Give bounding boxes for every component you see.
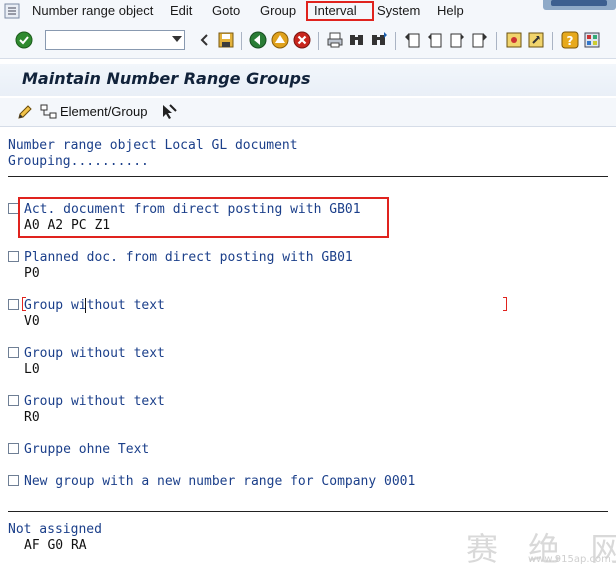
group-checkbox[interactable] (8, 251, 19, 262)
toolbar-separator (496, 32, 497, 50)
interval-highlight-box (306, 1, 374, 21)
shortcut-icon[interactable] (527, 31, 545, 49)
toolbar-separator (318, 32, 319, 50)
group-checkbox[interactable] (8, 475, 19, 486)
select-cursor-icon[interactable] (160, 103, 178, 121)
menu-number-range-object[interactable]: Number range object (32, 3, 153, 18)
menu-edit[interactable]: Edit (170, 3, 192, 18)
svg-text:?: ? (567, 34, 574, 48)
exit-icon[interactable] (271, 31, 289, 49)
help-icon[interactable]: ? (561, 31, 579, 49)
enter-icon[interactable] (15, 31, 33, 49)
group-highlight-box (18, 197, 389, 238)
menu-goto[interactable]: Goto (212, 3, 240, 18)
command-input[interactable] (46, 33, 170, 51)
print-icon[interactable] (326, 31, 344, 49)
command-field[interactable] (45, 30, 185, 51)
new-session-icon[interactable] (505, 31, 523, 49)
group-elements: R0 (24, 410, 40, 425)
group-name[interactable]: New group with a new number range for Co… (24, 474, 415, 489)
divider (8, 511, 608, 512)
group-elements: L0 (24, 362, 40, 377)
group-checkbox[interactable] (8, 347, 19, 358)
previous-page-icon[interactable] (426, 31, 444, 49)
menu-bar: Number range object Edit Goto Group Inte… (0, 0, 616, 24)
collapse-arrow-icon[interactable] (196, 31, 214, 49)
application-toolbar: Element/Group (0, 98, 616, 127)
element-group-label: Element/Group (60, 104, 148, 119)
customize-layout-icon[interactable] (583, 31, 601, 49)
back-icon[interactable] (249, 31, 267, 49)
object-line: Number range object Local GL document (8, 138, 298, 153)
save-icon[interactable] (217, 31, 235, 49)
last-page-icon[interactable] (470, 31, 488, 49)
toolbar-separator (552, 32, 553, 50)
page-title: Maintain Number Range Groups (22, 69, 311, 88)
title-bar: Maintain Number Range Groups (0, 64, 616, 96)
group-elements: V0 (24, 314, 40, 329)
group-name[interactable]: Planned doc. from direct posting with GB… (24, 250, 353, 265)
find-next-icon[interactable] (370, 31, 388, 49)
pencil-icon[interactable] (16, 103, 34, 121)
watermark-url: www.915ap.com (528, 554, 611, 565)
find-icon[interactable] (348, 31, 366, 49)
group-name[interactable]: Group without text (24, 298, 165, 313)
group-name[interactable]: Group without text (24, 394, 165, 409)
cancel-icon[interactable] (293, 31, 311, 49)
element-group-icon (40, 104, 58, 120)
divider (8, 176, 608, 177)
group-checkbox[interactable] (8, 299, 19, 310)
grouping-line: Grouping.......... (8, 154, 149, 169)
group-checkbox[interactable] (8, 395, 19, 406)
standard-toolbar: ? (0, 24, 616, 59)
group-elements: P0 (24, 266, 40, 281)
window-controls[interactable] (543, 0, 616, 10)
not-assigned-label: Not assigned (8, 522, 102, 537)
menu-group[interactable]: Group (260, 3, 296, 18)
group-name[interactable]: Gruppe ohne Text (24, 442, 149, 457)
first-page-icon[interactable] (404, 31, 422, 49)
group-checkbox[interactable] (8, 443, 19, 454)
next-page-icon[interactable] (448, 31, 466, 49)
chevron-down-icon[interactable] (172, 36, 182, 42)
selection-bracket-right (503, 297, 507, 311)
text-cursor (85, 298, 86, 313)
not-assigned-elements: AF G0 RA (24, 538, 87, 553)
menu-system[interactable]: System (377, 3, 420, 18)
group-name[interactable]: Group without text (24, 346, 165, 361)
toolbar-separator (395, 32, 396, 50)
menu-help[interactable]: Help (437, 3, 464, 18)
toolbar-separator (241, 32, 242, 50)
sap-menu-icon[interactable] (4, 3, 20, 19)
